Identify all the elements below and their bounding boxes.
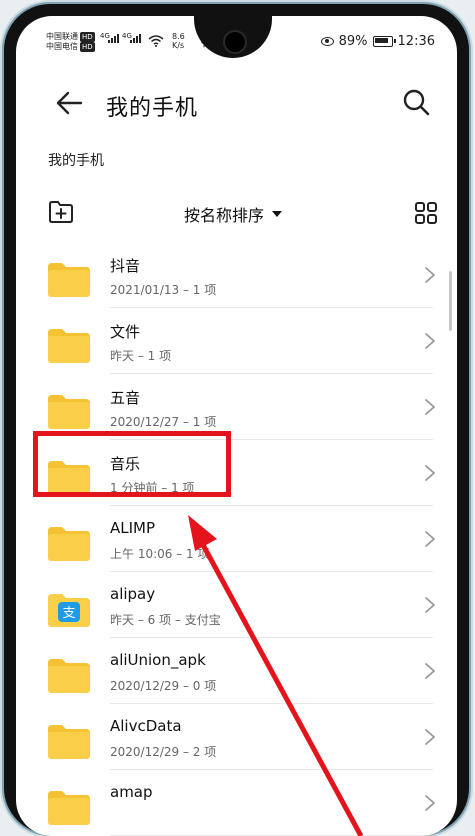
- new-folder-icon[interactable]: [48, 200, 74, 224]
- battery-icon: [372, 36, 396, 47]
- carrier-1: 中国联通: [46, 32, 78, 41]
- file-meta: 昨天 – 6 项 – 支付宝: [110, 613, 221, 627]
- file-meta: 2020/12/27 – 1 项: [110, 415, 217, 429]
- folder-icon: [48, 791, 90, 825]
- chevron-right-icon: [425, 663, 435, 679]
- grid-view-icon[interactable]: [414, 201, 438, 225]
- network-speed: 8.6 K/s: [172, 32, 185, 50]
- search-icon[interactable]: [402, 88, 430, 116]
- chevron-right-icon: [425, 465, 435, 481]
- eye-comfort-icon: [320, 37, 334, 46]
- file-list-item[interactable]: amap: [16, 770, 457, 836]
- file-list-item[interactable]: AlivcData 2020/12/29 – 2 项: [16, 704, 457, 770]
- screen: 中国联通HD 中国电信HD 4G 4G 8.6 K/s ⚲ 89%: [16, 16, 457, 836]
- file-name: 文件: [110, 323, 141, 341]
- status-bar: 中国联通HD 中国电信HD 4G 4G 8.6 K/s ⚲ 89%: [16, 16, 457, 66]
- signal-icon: [130, 34, 141, 43]
- speed-unit: K/s: [172, 41, 185, 50]
- chevron-right-icon: [425, 795, 435, 811]
- phone-frame: 中国联通HD 中国电信HD 4G 4G 8.6 K/s ⚲ 89%: [4, 4, 469, 836]
- chevron-right-icon: [425, 399, 435, 415]
- breadcrumb[interactable]: 我的手机: [48, 150, 104, 170]
- scrollbar[interactable]: [449, 271, 452, 331]
- chevron-right-icon: [425, 531, 435, 547]
- carrier-info: 中国联通 HD 中国电信 HD: [46, 32, 95, 52]
- chevron-right-icon: [425, 333, 435, 349]
- status-right: 89% 12:36: [320, 34, 435, 49]
- chevron-right-icon: [425, 597, 435, 613]
- signal-icon: [108, 34, 119, 43]
- file-list-item[interactable]: ALIMP 上午 10:06 – 1 项: [16, 506, 457, 572]
- file-list: 抖音 2021/01/13 – 1 项 文件昨天 – 1 项 五音 2020/12/…: [16, 242, 457, 836]
- file-list-item[interactable]: 文件昨天 – 1 项: [16, 308, 457, 374]
- folder-icon: [48, 329, 90, 363]
- file-name: alipay: [110, 585, 156, 603]
- folder-icon: [48, 659, 90, 693]
- page-title: 我的手机: [106, 96, 199, 121]
- folder-icon: [48, 395, 90, 429]
- back-arrow-icon[interactable]: [54, 88, 84, 118]
- folder-icon: [48, 725, 90, 759]
- file-name: 抖音: [110, 257, 141, 275]
- carrier-2: 中国电信: [46, 42, 78, 51]
- file-name: amap: [110, 783, 153, 801]
- speed-value: 8.6: [172, 32, 185, 41]
- file-meta: 上午 10:06 – 1 项: [110, 547, 210, 561]
- clock: 12:36: [397, 34, 435, 49]
- file-list-item[interactable]: 抖音 2021/01/13 – 1 项: [16, 242, 457, 308]
- alipay-folder-icon: 支: [48, 594, 90, 627]
- sort-dropdown[interactable]: 按名称排序: [184, 202, 283, 226]
- file-name: AlivcData: [110, 717, 182, 735]
- file-meta: 昨天 – 1 项: [110, 349, 172, 363]
- folder-icon: [48, 263, 90, 297]
- svg-text:支: 支: [62, 606, 75, 621]
- file-meta: 2020/12/29 – 0 项: [110, 679, 217, 693]
- folder-icon: [48, 527, 90, 561]
- file-name: aliUnion_apk: [110, 651, 206, 669]
- battery-percent: 89%: [338, 34, 368, 49]
- file-meta: 2020/12/29 – 2 项: [110, 745, 217, 759]
- file-meta: 2021/01/13 – 1 项: [110, 283, 217, 297]
- wifi-icon: [148, 35, 164, 47]
- file-name: 五音: [110, 389, 141, 407]
- highlight-box: [33, 431, 231, 497]
- hd-badge: HD: [80, 42, 95, 52]
- file-list-item[interactable]: aliUnion_apk 2020/12/29 – 0 项: [16, 638, 457, 704]
- sort-label: 按名称排序: [184, 206, 265, 225]
- caret-down-icon: [272, 211, 283, 217]
- chevron-right-icon: [425, 267, 435, 283]
- file-list-item[interactable]: 支 alipay 昨天 – 6 项 – 支付宝: [16, 572, 457, 638]
- hd-badge: HD: [80, 32, 95, 42]
- file-name: ALIMP: [110, 519, 156, 537]
- camera-icon: [223, 30, 247, 54]
- chevron-right-icon: [425, 729, 435, 745]
